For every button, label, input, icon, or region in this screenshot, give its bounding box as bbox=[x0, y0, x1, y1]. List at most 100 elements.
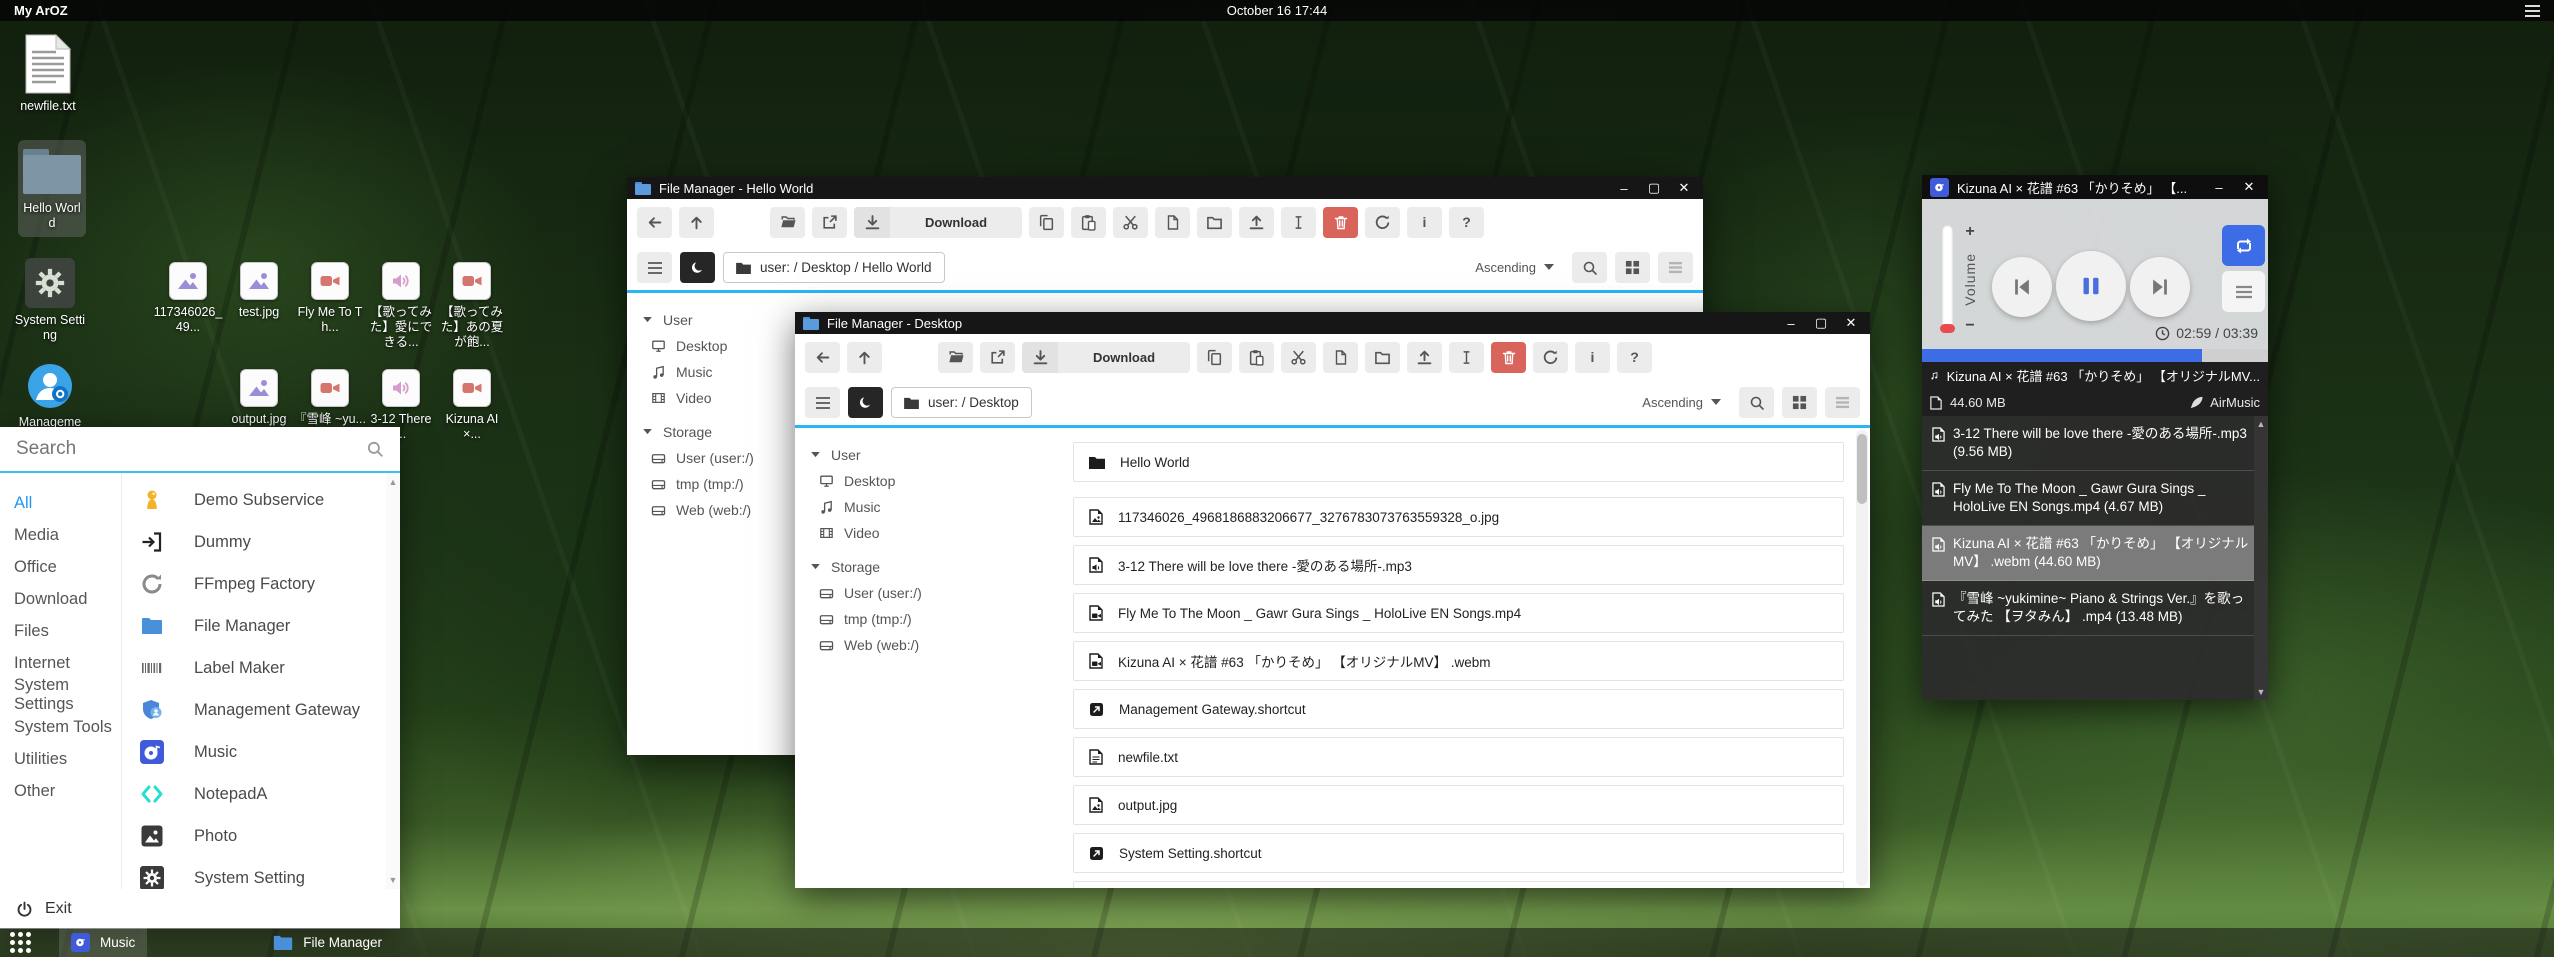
scroll-down-icon[interactable]: ▼ bbox=[389, 875, 398, 885]
window-titlebar[interactable]: File Manager - Desktop – ▢ ✕ bbox=[795, 312, 1870, 334]
repeat-button[interactable] bbox=[2222, 225, 2265, 266]
app-music[interactable]: Music bbox=[140, 731, 386, 773]
cut-button[interactable] bbox=[1113, 207, 1148, 238]
desktop-icon-hello-world[interactable]: Hello World bbox=[18, 140, 86, 237]
minimize-button[interactable]: – bbox=[2208, 180, 2230, 195]
file-row-partial[interactable] bbox=[1073, 881, 1844, 888]
category-system-settings[interactable]: System Settings bbox=[0, 679, 121, 711]
theme-moon-button[interactable] bbox=[848, 387, 883, 418]
category-utilities[interactable]: Utilities bbox=[0, 743, 121, 775]
upload-button[interactable] bbox=[1239, 207, 1274, 238]
app-demo-subservice[interactable]: Demo Subservice bbox=[140, 479, 386, 521]
desktop-icon-management-gateway[interactable]: Manageme bbox=[13, 362, 87, 430]
desktop-icon-file[interactable]: test.jpg bbox=[223, 262, 295, 320]
file-row[interactable]: Management Gateway.shortcut bbox=[1073, 689, 1844, 729]
sidebar-item-drive-web[interactable]: Web (web:/) bbox=[641, 497, 795, 523]
category-system-tools[interactable]: System Tools bbox=[0, 711, 121, 743]
sidebar-item-music[interactable]: Music bbox=[809, 494, 963, 520]
sidebar-section-user[interactable]: User bbox=[641, 307, 795, 333]
category-internet[interactable]: Internet bbox=[0, 647, 121, 679]
progress-bar[interactable] bbox=[1922, 349, 2268, 362]
volume-slider[interactable] bbox=[1942, 225, 1953, 333]
desktop-icon-file[interactable]: Kizuna AI ×... bbox=[436, 369, 508, 442]
copy-button[interactable] bbox=[1197, 342, 1232, 373]
share-button[interactable] bbox=[812, 207, 847, 238]
breadcrumb[interactable]: user: / Desktop bbox=[891, 387, 1032, 418]
volume-knob[interactable] bbox=[1940, 324, 1955, 333]
sort-dropdown[interactable]: Ascending bbox=[1475, 260, 1554, 275]
sidebar-item-drive-user[interactable]: User (user:/) bbox=[641, 445, 795, 471]
window-titlebar[interactable]: Kizuna AI × 花譜 #63 「かりそめ」 【... – ✕ bbox=[1922, 175, 2268, 199]
menu-toggle-button[interactable] bbox=[805, 387, 840, 418]
new-file-button[interactable] bbox=[1323, 342, 1358, 373]
exit-button[interactable]: Exit bbox=[0, 889, 400, 929]
app-dummy[interactable]: Dummy bbox=[140, 521, 386, 563]
playlist-item[interactable]: Fly Me To The Moon _ Gawr Gura Sings _ H… bbox=[1922, 471, 2254, 526]
help-button[interactable]: ? bbox=[1617, 342, 1652, 373]
desktop-icon-newfile[interactable]: newfile.txt bbox=[8, 34, 88, 114]
playlist-item-active[interactable]: Kizuna AI × 花譜 #63 「かりそめ」 【オリジナルMV】 .web… bbox=[1922, 526, 2254, 581]
close-button[interactable]: ✕ bbox=[1840, 315, 1862, 331]
app-photo[interactable]: Photo bbox=[140, 815, 386, 857]
paste-button[interactable] bbox=[1071, 207, 1106, 238]
search-button[interactable] bbox=[1572, 252, 1607, 283]
sidebar-section-storage[interactable]: Storage bbox=[641, 419, 795, 445]
app-ffmpeg-factory[interactable]: FFmpeg Factory bbox=[140, 563, 386, 605]
app-file-manager[interactable]: File Manager bbox=[140, 605, 386, 647]
app-list-scrollbar[interactable]: ▲ ▼ bbox=[386, 473, 400, 889]
app-notepada[interactable]: NotepadA bbox=[140, 773, 386, 815]
up-button[interactable] bbox=[679, 207, 714, 238]
app-label-maker[interactable]: Label Maker bbox=[140, 647, 386, 689]
taskbar-item-music[interactable]: Music bbox=[59, 928, 147, 957]
minimize-button[interactable]: – bbox=[1613, 181, 1635, 196]
file-row[interactable]: Fly Me To The Moon _ Gawr Gura Sings _ H… bbox=[1073, 593, 1844, 633]
copy-button[interactable] bbox=[1029, 207, 1064, 238]
category-other[interactable]: Other bbox=[0, 775, 121, 807]
category-all[interactable]: All bbox=[0, 487, 121, 519]
maximize-button[interactable]: ▢ bbox=[1643, 180, 1665, 196]
scroll-down-icon[interactable]: ▼ bbox=[2257, 687, 2266, 697]
app-management-gateway[interactable]: Management Gateway bbox=[140, 689, 386, 731]
close-button[interactable]: ✕ bbox=[1673, 180, 1695, 196]
playlist-button[interactable] bbox=[2222, 271, 2265, 312]
sidebar-section-user[interactable]: User bbox=[809, 442, 963, 468]
category-files[interactable]: Files bbox=[0, 615, 121, 647]
volume-plus[interactable]: + bbox=[1965, 223, 1974, 241]
grid-view-button[interactable] bbox=[1782, 387, 1817, 418]
sidebar-item-video[interactable]: Video bbox=[809, 520, 963, 546]
desktop-icon-file[interactable]: 『雪峰 ~yu... bbox=[294, 369, 366, 427]
airmusic-toggle[interactable]: AirMusic bbox=[2189, 395, 2260, 410]
desktop-icon-system-setting[interactable]: System Setting bbox=[13, 258, 87, 343]
delete-button[interactable] bbox=[1491, 342, 1526, 373]
back-button[interactable] bbox=[805, 342, 840, 373]
scroll-up-icon[interactable]: ▲ bbox=[2257, 419, 2266, 429]
up-button[interactable] bbox=[847, 342, 882, 373]
file-row[interactable]: output.jpg bbox=[1073, 785, 1844, 825]
app-system-setting[interactable]: System Setting bbox=[140, 857, 386, 889]
playlist-item[interactable]: 『雪峰 ~yukimine~ Piano & Strings Ver.』を歌って… bbox=[1922, 581, 2254, 636]
playlist-scrollbar[interactable]: ▲ ▼ bbox=[2254, 416, 2268, 700]
delete-button[interactable] bbox=[1323, 207, 1358, 238]
file-row[interactable]: Hello World bbox=[1073, 442, 1844, 482]
app-launcher-icon[interactable] bbox=[10, 932, 31, 953]
sidebar-item-music[interactable]: Music bbox=[641, 359, 795, 385]
info-button[interactable]: i bbox=[1575, 342, 1610, 373]
new-folder-button[interactable] bbox=[1197, 207, 1232, 238]
scrollbar[interactable] bbox=[1856, 430, 1868, 886]
previous-track-button[interactable] bbox=[1992, 257, 2052, 317]
hamburger-menu-icon[interactable] bbox=[2525, 5, 2540, 17]
minimize-button[interactable]: – bbox=[1780, 316, 1802, 331]
next-track-button[interactable] bbox=[2130, 257, 2190, 317]
refresh-button[interactable] bbox=[1533, 342, 1568, 373]
back-button[interactable] bbox=[637, 207, 672, 238]
volume-minus[interactable]: − bbox=[1965, 317, 1974, 335]
file-row[interactable]: 117346026_4968186883206677_3276783073763… bbox=[1073, 497, 1844, 537]
sidebar-item-desktop[interactable]: Desktop bbox=[641, 333, 795, 359]
list-view-button[interactable] bbox=[1825, 387, 1860, 418]
sidebar-item-drive-tmp[interactable]: tmp (tmp:/) bbox=[809, 606, 963, 632]
sidebar-section-storage[interactable]: Storage bbox=[809, 554, 963, 580]
open-button[interactable] bbox=[938, 342, 973, 373]
rename-button[interactable] bbox=[1449, 342, 1484, 373]
maximize-button[interactable]: ▢ bbox=[1810, 315, 1832, 331]
file-row[interactable]: newfile.txt bbox=[1073, 737, 1844, 777]
